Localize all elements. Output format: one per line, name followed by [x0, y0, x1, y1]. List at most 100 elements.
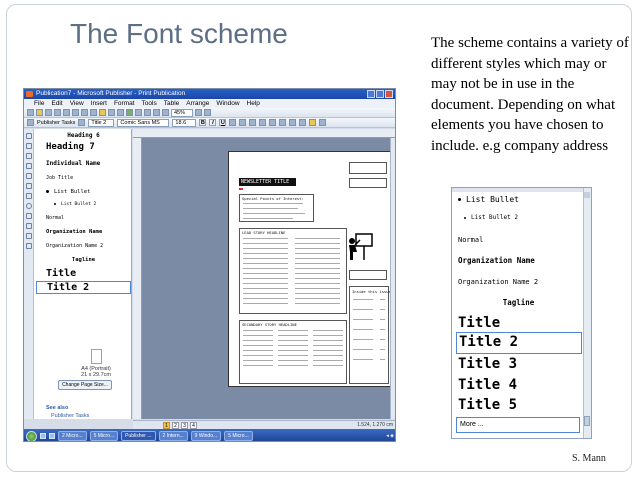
design-gallery-icon[interactable]	[26, 243, 32, 249]
wordart-icon[interactable]	[26, 163, 32, 169]
date-box[interactable]	[349, 178, 387, 188]
numbering-icon[interactable]	[269, 119, 277, 126]
secondary-story-box[interactable]: SECONDARY STORY HEADLINE	[239, 320, 347, 384]
menu-window[interactable]: Window	[216, 99, 239, 108]
style-job-title[interactable]: Job Title	[36, 167, 131, 181]
save-icon[interactable]	[45, 109, 52, 116]
publisher-tasks-link[interactable]: Publisher Tasks	[51, 413, 89, 419]
italic-button[interactable]: I	[209, 119, 217, 126]
page-3-button[interactable]: 3	[181, 422, 188, 429]
lead-story-box[interactable]: LEAD STORY HEADLINE	[239, 228, 347, 314]
select-icon[interactable]	[26, 133, 32, 139]
style-title-2[interactable]: Title 2	[36, 281, 131, 294]
style-individual-name[interactable]: Individual Name	[36, 152, 131, 167]
redo-icon[interactable]	[117, 109, 124, 116]
close-button[interactable]	[385, 90, 393, 98]
taskbar-item-active[interactable]: Publisher ...	[121, 431, 156, 441]
zoom-style-title-4[interactable]: Title 4	[458, 377, 517, 393]
align-right-icon[interactable]	[249, 119, 257, 126]
style-heading-7[interactable]: Heading 7	[36, 139, 131, 152]
increase-indent-icon[interactable]	[299, 119, 307, 126]
text-box-icon[interactable]	[26, 143, 32, 149]
menu-arrange[interactable]: Arrange	[186, 99, 209, 108]
taskbar-item[interactable]: 9 Windo...	[190, 431, 222, 441]
zoom-style-list-bullet[interactable]: List Bullet	[458, 195, 519, 204]
newsletter-page[interactable]: NEWSLETTER TITLE Special Points of Inter…	[228, 151, 393, 387]
underline-button[interactable]: U	[219, 119, 227, 126]
styles-icon[interactable]	[78, 119, 86, 126]
decrease-indent-icon[interactable]	[289, 119, 297, 126]
newsletter-title[interactable]: NEWSLETTER TITLE	[239, 178, 296, 186]
insert-picture-icon[interactable]	[126, 109, 133, 116]
more-styles-button[interactable]: More ...	[456, 417, 580, 433]
zoom-in-icon[interactable]	[204, 109, 211, 116]
start-button[interactable]	[26, 430, 37, 441]
style-organization-name-2[interactable]: Organization Name 2	[36, 235, 131, 249]
taskbar-item[interactable]: 2 Intern...	[158, 431, 188, 441]
line-icon[interactable]	[26, 183, 32, 189]
undo-icon[interactable]	[108, 109, 115, 116]
style-heading-6[interactable]: Heading 6	[36, 129, 131, 139]
align-center-icon[interactable]	[239, 119, 247, 126]
paste-icon[interactable]	[99, 109, 106, 116]
copy-icon[interactable]	[90, 109, 97, 116]
style-normal[interactable]: Normal	[36, 207, 131, 221]
maximize-button[interactable]	[376, 90, 384, 98]
page-1-button[interactable]: 1	[163, 422, 170, 429]
zoom-style-normal[interactable]: Normal	[458, 236, 483, 244]
open-icon[interactable]	[36, 109, 43, 116]
font-select[interactable]: Comic Sans MS	[117, 118, 170, 127]
style-list-bullet-2[interactable]: List Bullet 2	[36, 195, 131, 207]
style-select[interactable]: Title 2	[88, 118, 115, 127]
menu-tools[interactable]: Tools	[142, 99, 157, 108]
fill-color-icon[interactable]	[309, 119, 317, 126]
volume-box[interactable]	[349, 162, 387, 174]
hotspot-icon[interactable]	[26, 233, 32, 239]
taskbar-item[interactable]: 2 Micro...	[58, 431, 87, 441]
presenter-clipart-icon[interactable]	[347, 232, 374, 262]
picture-frame-icon[interactable]	[26, 173, 32, 179]
zoom-style-title[interactable]: Title	[458, 315, 500, 331]
table-icon[interactable]	[135, 109, 142, 116]
special-chars-icon[interactable]	[162, 109, 169, 116]
zoom-panel-scrollbar[interactable]	[583, 188, 591, 438]
preview-icon[interactable]	[63, 109, 70, 116]
quick-launch-icon[interactable]	[49, 433, 55, 439]
page-4-button[interactable]: 4	[190, 422, 197, 429]
style-tagline[interactable]: Tagline	[36, 249, 131, 263]
bold-button[interactable]: B	[199, 119, 207, 126]
menu-help[interactable]: Help	[247, 99, 260, 108]
line-color-icon[interactable]	[319, 119, 327, 126]
taskbar-item[interactable]: 5 Micro...	[224, 431, 253, 441]
menu-file[interactable]: File	[34, 99, 44, 108]
columns-icon[interactable]	[144, 109, 151, 116]
font-size-select[interactable]: 18.6	[172, 118, 197, 127]
oval-icon[interactable]	[26, 203, 32, 209]
arrow-icon[interactable]	[26, 193, 32, 199]
menu-format[interactable]: Format	[114, 99, 135, 108]
zoom-select[interactable]: 45%	[171, 108, 193, 117]
style-list-bullet[interactable]: List Bullet	[36, 181, 131, 195]
zoom-style-tagline[interactable]: Tagline	[452, 298, 585, 307]
menu-insert[interactable]: Insert	[91, 99, 107, 108]
task-pane-icon[interactable]	[27, 119, 34, 126]
inside-issue-box[interactable]: Inside this issue	[349, 286, 391, 384]
page-2-button[interactable]: 2	[172, 422, 179, 429]
style-organization-name[interactable]: Organization Name	[36, 221, 131, 235]
change-page-size-button[interactable]: Change Page Size...	[58, 380, 112, 390]
align-left-icon[interactable]	[229, 119, 237, 126]
zoom-out-icon[interactable]	[195, 109, 202, 116]
zoom-style-title-2[interactable]: Title 2	[456, 332, 582, 354]
spelling-icon[interactable]	[72, 109, 79, 116]
style-title[interactable]: Title	[36, 263, 131, 279]
cut-icon[interactable]	[81, 109, 88, 116]
new-icon[interactable]	[27, 109, 34, 116]
print-icon[interactable]	[54, 109, 61, 116]
scroll-thumb[interactable]	[584, 416, 590, 426]
vertical-scrollbar[interactable]	[390, 138, 395, 419]
special-points-box[interactable]: Special Points of Interest:	[239, 194, 314, 222]
zoom-style-organization-name-2[interactable]: Organization Name 2	[458, 278, 538, 286]
menu-view[interactable]: View	[70, 99, 84, 108]
menu-table[interactable]: Table	[164, 99, 180, 108]
scroll-up-icon[interactable]	[584, 192, 590, 198]
